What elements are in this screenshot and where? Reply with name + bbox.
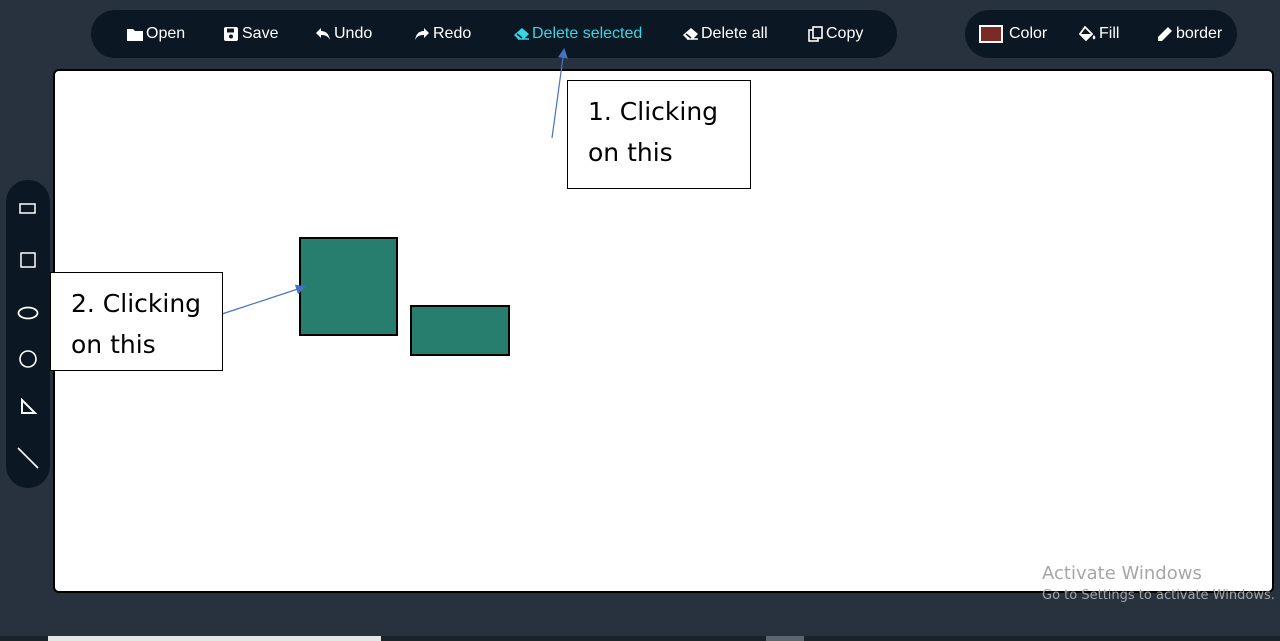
copy-icon bbox=[806, 25, 824, 43]
style-toolbar: Color Fill border bbox=[965, 10, 1237, 58]
open-button[interactable]: Open bbox=[126, 10, 185, 58]
callout-1-line-2: on this bbox=[588, 138, 673, 167]
square-icon bbox=[20, 252, 36, 268]
delete-selected-label: Delete selected bbox=[532, 25, 643, 42]
fill-button[interactable]: Fill bbox=[1079, 10, 1119, 58]
rectangle-shape[interactable] bbox=[410, 305, 510, 356]
bottom-segment bbox=[48, 636, 381, 641]
ellipse-icon bbox=[17, 306, 39, 320]
save-label: Save bbox=[242, 25, 279, 42]
save-icon bbox=[222, 25, 240, 43]
callout-2-line-2: on this bbox=[71, 330, 156, 359]
circle-tool[interactable] bbox=[12, 343, 44, 375]
main-toolbar: Open Save Undo Redo Delete selected Dele… bbox=[91, 10, 897, 58]
shape-palette bbox=[6, 180, 50, 488]
undo-button[interactable]: Undo bbox=[314, 10, 372, 58]
redo-button[interactable]: Redo bbox=[413, 10, 471, 58]
delete-all-label: Delete all bbox=[701, 25, 768, 42]
eraser-icon bbox=[512, 25, 530, 43]
watermark-title: Activate Windows bbox=[1042, 563, 1202, 584]
eraser-icon bbox=[681, 25, 699, 43]
callout-2: 2. Clicking on this bbox=[50, 272, 223, 371]
line-tool[interactable] bbox=[12, 442, 44, 474]
callout-1-line-1: 1. Clicking bbox=[588, 97, 719, 126]
open-label: Open bbox=[146, 25, 186, 42]
watermark-subtitle: Go to Settings to activate Windows. bbox=[1042, 588, 1275, 603]
triangle-icon bbox=[21, 398, 37, 414]
color-label: Color bbox=[1009, 25, 1048, 42]
border-button[interactable]: border bbox=[1156, 10, 1222, 58]
bottom-strip bbox=[0, 636, 1280, 641]
square-tool[interactable] bbox=[12, 244, 44, 276]
copy-button[interactable]: Copy bbox=[806, 10, 863, 58]
undo-icon bbox=[314, 25, 332, 43]
delete-all-button[interactable]: Delete all bbox=[681, 10, 768, 58]
rectangle-icon bbox=[19, 203, 36, 214]
rectangle-tool[interactable] bbox=[12, 192, 44, 224]
activate-windows-watermark: Activate Windows Go to Settings to activ… bbox=[1042, 563, 1275, 607]
circle-icon bbox=[19, 350, 37, 368]
border-label: border bbox=[1176, 25, 1223, 42]
redo-icon bbox=[413, 25, 431, 43]
line-icon bbox=[17, 447, 39, 469]
bottom-segment bbox=[766, 636, 804, 641]
folder-icon bbox=[126, 25, 144, 43]
save-button[interactable]: Save bbox=[222, 10, 278, 58]
undo-label: Undo bbox=[334, 25, 373, 42]
copy-label: Copy bbox=[826, 25, 864, 42]
fill-label: Fill bbox=[1099, 25, 1120, 42]
drawing-app: Open Save Undo Redo Delete selected Dele… bbox=[0, 0, 1280, 641]
ellipse-tool[interactable] bbox=[12, 297, 44, 329]
callout-1: 1. Clicking on this bbox=[567, 80, 751, 189]
color-swatch bbox=[979, 25, 1003, 43]
paint-bucket-icon bbox=[1079, 25, 1097, 43]
callout-2-line-1: 2. Clicking bbox=[71, 289, 202, 318]
delete-selected-button[interactable]: Delete selected bbox=[512, 10, 642, 58]
pencil-icon bbox=[1156, 25, 1174, 43]
square-shape[interactable] bbox=[299, 237, 398, 336]
redo-label: Redo bbox=[433, 25, 472, 42]
color-button[interactable]: Color bbox=[979, 10, 1047, 58]
triangle-tool[interactable] bbox=[12, 391, 44, 423]
